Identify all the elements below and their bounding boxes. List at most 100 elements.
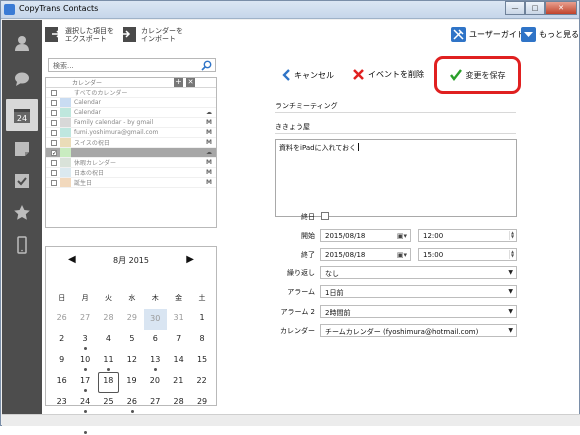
calendar-day[interactable]: 20 [143, 372, 166, 393]
calendar-day[interactable]: 1 [190, 309, 213, 330]
calendar-list-item[interactable]: ✓ ☁ [46, 148, 216, 158]
delete-calendar-icon[interactable]: ✕ [186, 78, 195, 87]
minimize-button[interactable]: — [505, 1, 525, 15]
calendar-day[interactable]: 6 [144, 330, 167, 351]
calendar-day[interactable]: 30 [143, 309, 167, 330]
delete-event-button[interactable]: イベントを削除 [353, 69, 424, 80]
event-note-field[interactable]: 資料をiPadに入れておく [275, 139, 517, 217]
calendar-list-item[interactable]: Calendar [46, 98, 216, 108]
calendar-checkbox[interactable] [51, 129, 57, 136]
end-date-input[interactable]: 2015/08/18 ▣▾ [320, 248, 411, 261]
calendar-checkbox[interactable] [51, 179, 57, 186]
event-location-field[interactable]: ききょう屋 [275, 122, 516, 134]
weekday-header: 日月火水木金土 [50, 293, 214, 303]
repeat-select[interactable]: なし ▼ [320, 266, 517, 279]
search-field[interactable]: 検索... [48, 58, 216, 72]
calendar-day[interactable]: 18 [97, 372, 119, 393]
calendar-day[interactable]: 29 [120, 309, 143, 330]
calendar-day[interactable]: 22 [190, 372, 213, 393]
calendar-checkbox[interactable] [51, 169, 57, 176]
time-spinner-icon[interactable]: ▲ ▼ [509, 250, 515, 259]
calendar-list-item[interactable]: すべてのカレンダー [46, 88, 216, 98]
calendar-day[interactable]: 28 [97, 309, 120, 330]
calendar-day[interactable]: 7 [167, 330, 190, 351]
calendar-checkbox[interactable] [51, 139, 57, 146]
calendar-select[interactable]: チームカレンダー (fyoshimura@hotmail.com) ▼ [320, 324, 517, 337]
next-month-icon[interactable]: ▶ [186, 254, 194, 265]
import-button[interactable]: カレンダーを インポート [120, 26, 183, 43]
event-title-field[interactable]: ランチミーティング [275, 101, 516, 113]
calendar-day[interactable]: 19 [120, 372, 143, 393]
calendar-day[interactable]: 14 [167, 351, 190, 372]
month-calendar: ◀ 8月 2015 ▶ 日月火水木金土 26 27 28 29 30 31 1 2 3 4 5 6 7 8… [45, 246, 217, 434]
calendar-day[interactable]: 21 [167, 372, 190, 393]
cancel-button[interactable]: キャンセル [282, 69, 334, 81]
save-changes-button[interactable]: 変更を保存 [434, 56, 521, 94]
calendar-day[interactable]: 11 [97, 351, 120, 372]
start-date-input[interactable]: 2015/08/18 ▣▾ [320, 229, 411, 242]
calendar-checkbox[interactable] [51, 109, 57, 116]
date-picker-icon[interactable]: ▣▾ [397, 251, 407, 259]
search-input[interactable]: 検索... [53, 62, 74, 70]
calendar-list-item[interactable]: 休暇カレンダー M [46, 158, 216, 168]
end-label: 終了 [301, 251, 315, 259]
notes-sidebar-item[interactable] [6, 133, 38, 165]
calendar-day[interactable]: 10 [73, 351, 96, 372]
calendar-day[interactable]: 25 [97, 393, 120, 414]
calendar-checkbox[interactable] [51, 119, 57, 126]
calendar-day[interactable]: 16 [50, 372, 73, 393]
calendar-list-item[interactable]: 日本の祝日 M [46, 168, 216, 178]
calendar-day[interactable]: 27 [73, 309, 96, 330]
chevron-left-icon [282, 69, 290, 81]
alarm2-select[interactable]: 2時間前 ▼ [320, 305, 517, 318]
calendar-day[interactable]: 24 [73, 393, 96, 414]
note-icon [15, 142, 29, 156]
tasks-sidebar-item[interactable] [6, 165, 38, 197]
repeat-label: 繰り返し [287, 269, 315, 277]
device-sidebar-item[interactable] [6, 229, 38, 261]
start-time-input[interactable]: 12:00 ▲ ▼ [418, 229, 517, 242]
favorites-sidebar-item[interactable] [6, 197, 38, 229]
time-spinner-icon[interactable]: ▲ ▼ [509, 231, 515, 240]
export-button[interactable]: 選択した項目を エクスポート [44, 26, 114, 43]
calendar-day[interactable]: 15 [190, 351, 213, 372]
date-picker-icon[interactable]: ▣▾ [397, 232, 407, 240]
calendar-day[interactable]: 23 [50, 393, 73, 414]
contacts-sidebar-item[interactable] [6, 27, 38, 59]
calendar-day[interactable]: 5 [120, 330, 143, 351]
calendar-day[interactable]: 8 [190, 330, 213, 351]
calendar-list-item[interactable]: fumi.yoshimura@gmail.com M [46, 128, 216, 138]
calendar-day[interactable]: 12 [120, 351, 143, 372]
calendar-day[interactable]: 13 [144, 351, 167, 372]
close-button[interactable]: ✕ [545, 1, 577, 15]
calendar-day[interactable]: 29 [190, 393, 213, 414]
calendar-day[interactable]: 26 [120, 393, 143, 414]
user-guide-button[interactable]: ユーザーガイド [451, 27, 525, 42]
calendar-day[interactable]: 31 [167, 309, 190, 330]
all-day-checkbox[interactable] [321, 212, 329, 220]
calendar-checkbox[interactable]: ✓ [51, 149, 57, 156]
calendar-checkbox[interactable] [51, 99, 57, 106]
more-button[interactable]: もっと見る [521, 27, 579, 42]
calendar-checkbox[interactable] [51, 89, 57, 96]
calendar-day[interactable]: 4 [97, 330, 120, 351]
calendar-day[interactable]: 26 [50, 309, 73, 330]
search-icon[interactable] [201, 60, 212, 71]
calendar-list-item[interactable]: Family calendar - by gmail M [46, 118, 216, 128]
add-calendar-icon[interactable]: + [174, 78, 183, 87]
calendar-day[interactable]: 27 [144, 393, 167, 414]
calendar-day[interactable]: 2 [50, 330, 73, 351]
calendar-day[interactable]: 17 [73, 372, 96, 393]
messages-sidebar-item[interactable] [6, 63, 38, 95]
end-time-input[interactable]: 15:00 ▲ ▼ [418, 248, 517, 261]
calendar-list-item[interactable]: 誕生日 M [46, 178, 216, 188]
calendar-list-item[interactable]: スイスの祝日 M [46, 138, 216, 148]
calendar-list-item[interactable]: Calendar ☁ [46, 108, 216, 118]
calendar-sidebar-item[interactable]: 24 [6, 99, 38, 131]
calendar-day[interactable]: 28 [167, 393, 190, 414]
calendar-day[interactable]: 3 [73, 330, 96, 351]
calendar-checkbox[interactable] [51, 159, 57, 166]
alarm-select[interactable]: 1日前 ▼ [320, 285, 517, 298]
calendar-day[interactable]: 9 [50, 351, 73, 372]
maximize-button[interactable]: □ [525, 1, 545, 15]
